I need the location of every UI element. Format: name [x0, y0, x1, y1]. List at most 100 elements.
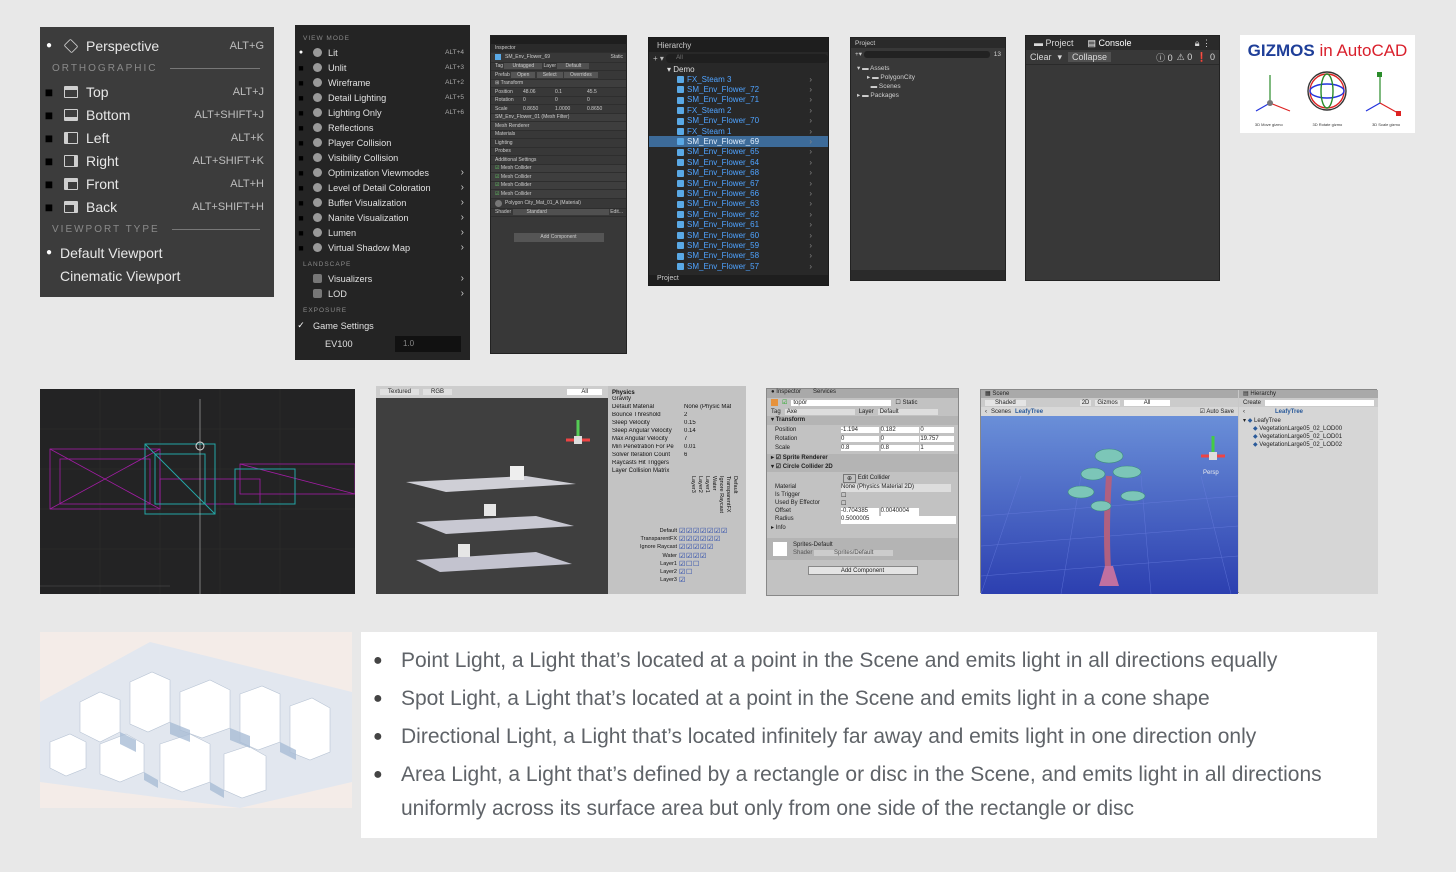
project-search-input[interactable] [863, 50, 990, 58]
matrix-checkbox[interactable]: ☑ [679, 561, 686, 568]
add-component-button[interactable]: Add Component [807, 566, 918, 575]
chevron-right-icon[interactable]: › [809, 127, 812, 136]
hierarchy-item[interactable]: SM_Env_Flower_71 › [649, 95, 828, 105]
tree-item-packages[interactable]: ▸ ▬ Packages [857, 91, 1005, 100]
tag-dropdown[interactable]: Axe [784, 408, 855, 415]
scale-z[interactable]: 1 [920, 444, 955, 451]
hierarchy-tab[interactable]: Hierarchy [649, 38, 828, 52]
matrix-checkbox[interactable]: ☑ [679, 544, 686, 551]
view-mode-item[interactable]: ■ Player Collision [295, 135, 470, 150]
menu-item-bottom[interactable]: ■ Bottom ALT+SHIFT+J [40, 103, 274, 126]
rotation-y[interactable]: 0 [880, 435, 919, 442]
shader-edit-button[interactable]: Edit... [610, 209, 626, 215]
component-mesh-collider[interactable]: Mesh Collider [501, 182, 532, 188]
back-arrow-icon[interactable]: ‹ [985, 409, 987, 415]
menu-item-right[interactable]: ■ Right ALT+SHIFT+K [40, 149, 274, 172]
project-tab[interactable]: Project [649, 275, 828, 285]
scale-z[interactable]: 0.8650 [587, 106, 602, 112]
chevron-right-icon[interactable]: › [809, 262, 812, 271]
chevron-right-icon[interactable]: › [809, 147, 812, 156]
hierarchy-item[interactable]: ◆ VegetationLarge05_02_LOD01 [1243, 433, 1378, 441]
matrix-checkbox[interactable]: ☑ [700, 536, 707, 543]
hierarchy-item[interactable]: SM_Env_Flower_70 › [649, 116, 828, 126]
component-mesh-renderer[interactable]: Mesh Renderer [495, 123, 529, 129]
ev100-input[interactable]: 1.0 [395, 336, 461, 352]
position-z[interactable]: 0 [920, 426, 955, 433]
matrix-checkbox[interactable]: ☐ [693, 561, 700, 568]
offset-y[interactable]: 0.0040004 [880, 508, 919, 516]
radius-field[interactable]: 0.5000005 [841, 516, 956, 524]
matrix-checkbox[interactable]: ☑ [679, 569, 686, 576]
matrix-checkbox[interactable]: ☑ [686, 553, 693, 560]
material-field[interactable]: None (Physics Material 2D) [841, 484, 951, 492]
rotation-x[interactable]: 0 [841, 435, 879, 442]
hierarchy-item[interactable]: ▾ ◆ LeafyTree [1243, 417, 1378, 425]
matrix-checkbox[interactable]: ☑ [714, 536, 721, 543]
tree-item-assets[interactable]: ▾ ▬ Assets [857, 64, 1005, 73]
rotation-y[interactable]: 0 [555, 97, 587, 103]
view-mode-item[interactable]: ■ Optimization Viewmodes › [295, 165, 470, 180]
additional-settings-foldout[interactable]: Additional Settings [495, 157, 536, 163]
menu-item-lod[interactable]: LOD › [295, 286, 470, 301]
chevron-right-icon[interactable]: › [809, 75, 812, 84]
view-mode-item[interactable]: ■ Unlit ALT+3 [295, 60, 470, 75]
hierarchy-item[interactable]: SM_Env_Flower_59 › [649, 240, 828, 250]
info-foldout[interactable]: ▸ Info [767, 524, 958, 532]
channel-dropdown[interactable]: RGB [423, 389, 453, 395]
hierarchy-search-input[interactable] [1265, 399, 1374, 406]
plus-icon[interactable]: +▾ [855, 50, 864, 58]
menu-item-game-settings[interactable]: ✓ Game Settings [295, 317, 470, 334]
scene-search-input[interactable]: All [1123, 399, 1171, 406]
component-transform[interactable]: Transform [501, 80, 524, 86]
chevron-right-icon[interactable]: › [809, 106, 812, 115]
chevron-right-icon[interactable]: › [809, 231, 812, 240]
hierarchy-item[interactable]: SM_Env_Flower_72 › [649, 84, 828, 94]
chevron-right-icon[interactable]: › [809, 241, 812, 250]
chevron-right-icon[interactable]: › [809, 137, 812, 146]
matrix-checkbox[interactable]: ☐ [686, 569, 693, 576]
active-checkbox[interactable]: ☑ [782, 399, 787, 406]
view-mode-item[interactable]: ■ Level of Detail Coloration › [295, 180, 470, 195]
hierarchy-item[interactable]: FX_Steam 3 › [649, 74, 828, 84]
matrix-checkbox[interactable]: ☑ [693, 544, 700, 551]
matrix-checkbox[interactable]: ☑ [707, 528, 714, 535]
hierarchy-item[interactable]: SM_Env_Flower_67 › [649, 178, 828, 188]
matrix-checkbox[interactable]: ☑ [700, 528, 707, 535]
hierarchy-item[interactable]: SM_Env_Flower_58 › [649, 251, 828, 261]
layer-dropdown[interactable]: Default [557, 63, 590, 70]
view-mode-item[interactable]: ■ Wireframe ALT+2 [295, 75, 470, 90]
view-mode-item[interactable]: ■ Buffer Visualization › [295, 195, 470, 210]
physics-prop-value[interactable]: 2 [684, 412, 687, 420]
chevron-right-icon[interactable]: › [809, 199, 812, 208]
matrix-checkbox[interactable]: ☑ [707, 544, 714, 551]
position-z[interactable]: 45.5 [587, 89, 597, 95]
position-x[interactable]: -1.194 [841, 426, 879, 433]
chevron-right-icon[interactable]: › [809, 189, 812, 198]
hierarchy-item[interactable]: SM_Env_Flower_68 › [649, 168, 828, 178]
hierarchy-item[interactable]: ◆ VegetationLarge05_02_LOD02 [1243, 441, 1378, 449]
chevron-right-icon[interactable]: › [809, 116, 812, 125]
2d-toggle[interactable]: 2D [1079, 399, 1092, 406]
matrix-checkbox[interactable]: ☑ [686, 528, 693, 535]
prefab-overrides-button[interactable]: Overrides [564, 71, 598, 78]
scale-x[interactable]: 0.8650 [523, 106, 555, 112]
scene-root[interactable]: Demo [673, 65, 694, 74]
hierarchy-item[interactable]: FX_Steam 1 › [649, 126, 828, 136]
shader-dropdown[interactable]: Standard [512, 209, 609, 216]
back-arrow-icon[interactable]: ‹ [1243, 409, 1245, 415]
object-name-field[interactable]: topór [791, 399, 892, 406]
tab-console[interactable]: ▤ Console [1088, 38, 1132, 49]
hierarchy-search-input[interactable]: All [666, 53, 828, 63]
object-name-field[interactable]: SM_Env_Flower_69 [505, 54, 610, 60]
add-component-button[interactable]: Add Component [513, 233, 604, 242]
auto-save-toggle[interactable]: ☑ Auto Save [1200, 408, 1238, 415]
physics-prop-value[interactable]: 6 [684, 452, 687, 460]
physics-prop-value[interactable]: 0.01 [684, 444, 696, 452]
shader-dropdown[interactable]: Sprites/Default [814, 550, 894, 556]
offset-x[interactable]: -0.704385 [841, 508, 879, 516]
hierarchy-item[interactable]: SM_Env_Flower_63 › [649, 199, 828, 209]
scale-y[interactable]: 1.0000 [555, 106, 587, 112]
matrix-checkbox[interactable]: ☑ [693, 528, 700, 535]
hierarchy-item[interactable]: SM_Env_Flower_57 › [649, 261, 828, 271]
hierarchy-item[interactable]: SM_Env_Flower_64 › [649, 157, 828, 167]
